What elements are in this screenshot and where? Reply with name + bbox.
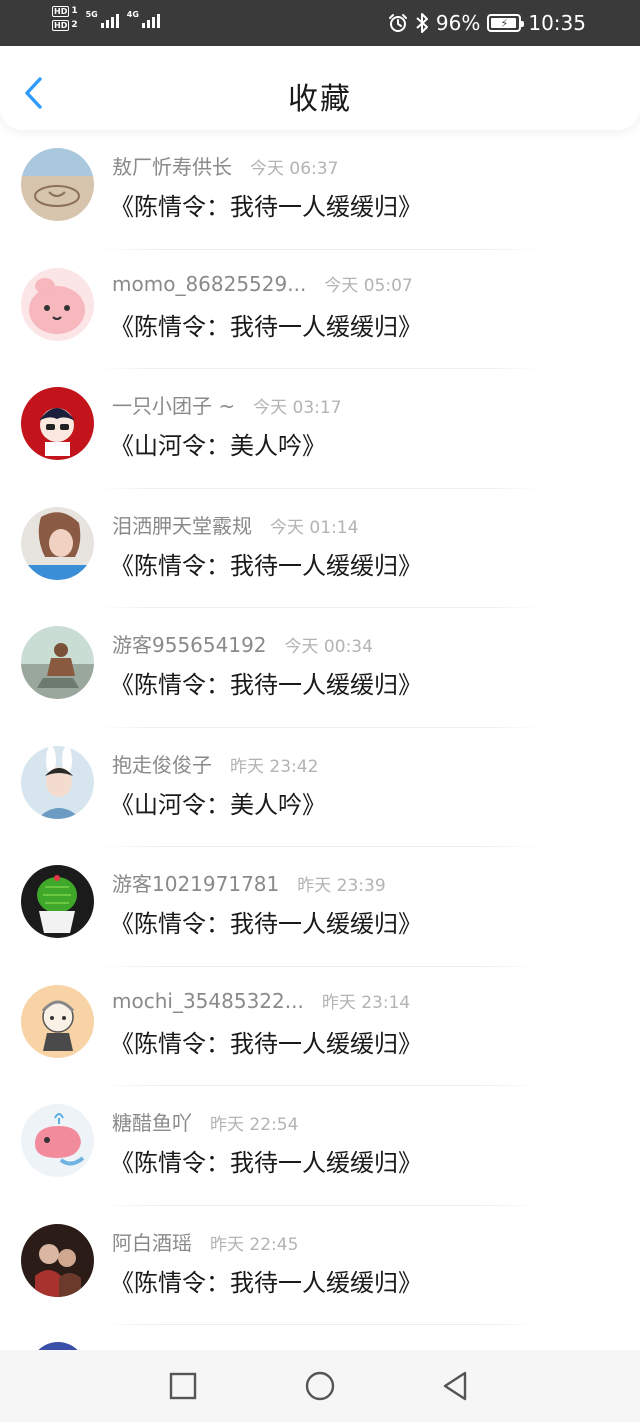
- avatar[interactable]: [21, 1223, 94, 1297]
- song-title: 《陈情令：我待一人缓缓归》: [110, 551, 422, 580]
- song-title: 《陈情令：我待一人缓缓归》: [110, 1029, 422, 1058]
- list-item[interactable]: 游客1021971781 昨天 23:39 《陈情令：我待一人缓缓归》: [0, 847, 640, 967]
- list-item[interactable]: mochi_35485322... 昨天 23:14 《陈情令：我待一人缓缓归》: [0, 967, 640, 1086]
- timestamp: 昨天 22:54: [210, 1115, 299, 1135]
- username: 阿白酒瑶: [112, 1230, 192, 1255]
- favorites-list: 敖厂忻寿供长 今天 06:37 《陈情令：我待一人缓缓归》 momo_868255…: [0, 130, 640, 1325]
- list-item[interactable]: 阿白酒瑶 昨天 22:45 《陈情令：我待一人缓缓归》: [0, 1206, 640, 1325]
- battery-charging-icon: ⚡: [487, 14, 525, 32]
- timestamp: 今天 03:17: [253, 398, 342, 418]
- username: 敖厂忻寿供长: [112, 155, 232, 179]
- recent-apps-icon[interactable]: [167, 1370, 199, 1402]
- song-title: 《陈情令：我待一人缓缓归》: [110, 312, 422, 341]
- list-item[interactable]: 敖厂忻寿供长 今天 06:37 《陈情令：我待一人缓缓归》: [0, 130, 640, 250]
- avatar[interactable]: [21, 865, 94, 938]
- username: 泪洒胛天堂霰规: [112, 513, 252, 538]
- battery-percent: 96%: [435, 11, 481, 35]
- volte-sim1-indicator: HD 1: [52, 6, 78, 17]
- network-indicators: HD 1 HD 2 5G 4G: [52, 6, 160, 31]
- avatar[interactable]: [21, 506, 94, 580]
- timestamp: 昨天 22:45: [210, 1234, 299, 1255]
- avatar[interactable]: [21, 1104, 94, 1177]
- song-title: 《山河令：美人吟》: [110, 790, 326, 819]
- clock: 10:35: [528, 11, 586, 35]
- username: 一只小团子 ~: [112, 394, 236, 418]
- avatar[interactable]: [21, 626, 94, 699]
- avatar[interactable]: [21, 745, 94, 819]
- home-icon[interactable]: [304, 1370, 336, 1402]
- list-item[interactable]: 糖醋鱼吖 昨天 22:54 《陈情令：我待一人缓缓归》: [0, 1086, 640, 1206]
- avatar[interactable]: [21, 267, 94, 341]
- song-title: 《陈情令：我待一人缓缓归》: [110, 910, 422, 938]
- song-title: 《陈情令：我待一人缓缓归》: [110, 193, 422, 221]
- song-title: 《陈情令：我待一人缓缓归》: [110, 671, 422, 699]
- volte-sim2-indicator: HD 2: [52, 20, 78, 31]
- signal-5g-icon: 5G: [86, 10, 119, 28]
- avatar[interactable]: [21, 148, 94, 221]
- username: mochi_35485322...: [112, 988, 304, 1013]
- timestamp: 今天 00:34: [284, 637, 373, 657]
- page-title: 收藏: [288, 82, 352, 117]
- username: 游客1021971781: [112, 872, 280, 896]
- divider: [96, 1324, 544, 1325]
- timestamp: 昨天 23:39: [297, 876, 386, 896]
- avatar[interactable]: [21, 984, 94, 1058]
- list-item[interactable]: 游客955654192 今天 00:34 《陈情令：我待一人缓缓归》: [0, 608, 640, 728]
- status-bar: HD 1 HD 2 5G 4G 96% ⚡ 10:35: [0, 0, 640, 46]
- back-icon[interactable]: [440, 1370, 472, 1402]
- list-item[interactable]: 一只小团子 ~ 今天 03:17 《山河令：美人吟》: [0, 369, 640, 489]
- song-title: 《陈情令：我待一人缓缓归》: [110, 1268, 422, 1297]
- username: momo_86825529...: [112, 271, 307, 296]
- list-item[interactable]: momo_86825529... 今天 05:07 《陈情令：我待一人缓缓归》: [0, 250, 640, 369]
- song-title: 《山河令：美人吟》: [110, 432, 326, 460]
- timestamp: 今天 01:14: [270, 517, 359, 538]
- timestamp: 今天 05:07: [324, 275, 413, 296]
- timestamp: 昨天 23:42: [230, 756, 319, 777]
- song-title: 《陈情令：我待一人缓缓归》: [110, 1149, 422, 1177]
- signal-4g-icon: 4G: [127, 10, 160, 28]
- username: 抱走俊俊子: [112, 752, 212, 777]
- timestamp: 昨天 23:14: [321, 992, 411, 1013]
- app-header: 收藏: [0, 46, 640, 130]
- username: 游客955654192: [112, 633, 267, 657]
- alarm-icon: [388, 14, 407, 32]
- system-nav-bar: [0, 1350, 640, 1422]
- bluetooth-icon: [416, 13, 428, 33]
- list-item[interactable]: 抱走俊俊子 昨天 23:42 《山河令：美人吟》: [0, 728, 640, 847]
- username: 糖醋鱼吖: [112, 1111, 192, 1135]
- avatar[interactable]: [21, 387, 94, 460]
- timestamp: 今天 06:37: [250, 159, 339, 179]
- list-item[interactable]: 泪洒胛天堂霰规 今天 01:14 《陈情令：我待一人缓缓归》: [0, 489, 640, 608]
